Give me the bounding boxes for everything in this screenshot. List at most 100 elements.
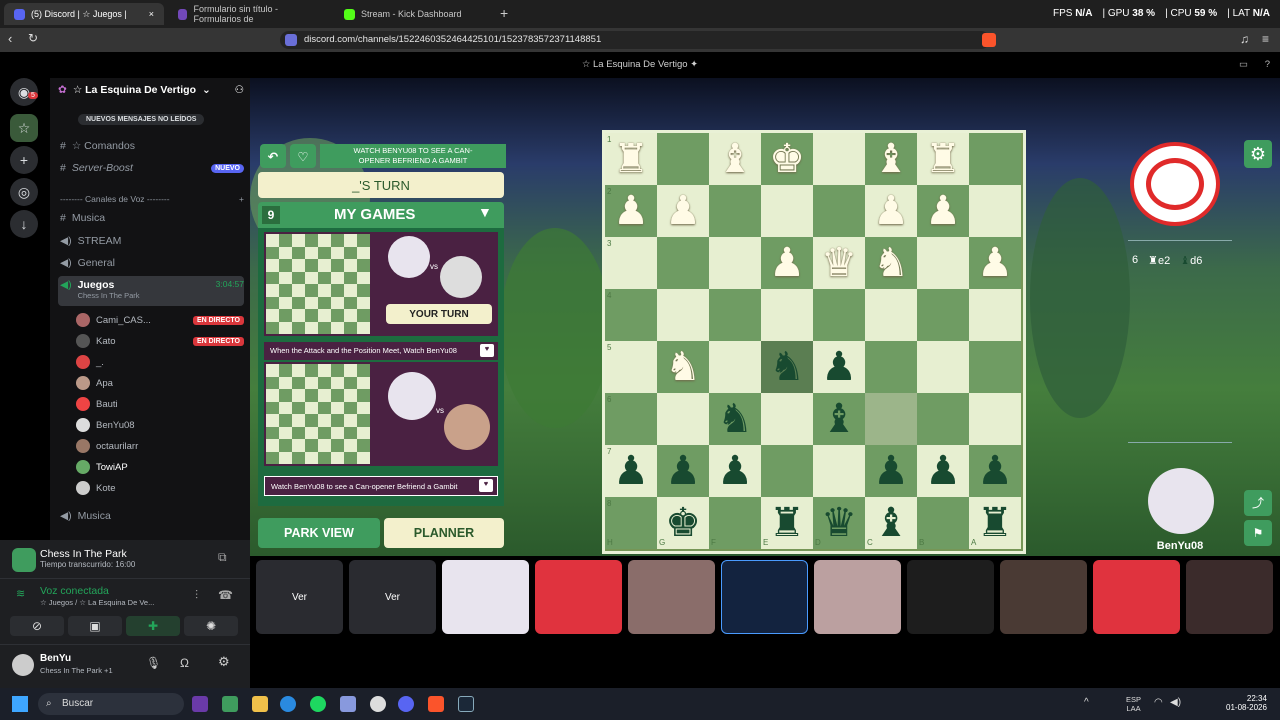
board-square[interactable] — [761, 445, 813, 497]
favorite-heart-icon[interactable]: ♡ — [290, 144, 316, 168]
language-indicator[interactable]: ESP LAA — [1126, 695, 1141, 713]
server-icon[interactable]: ☆ — [10, 114, 38, 142]
voice-user[interactable]: Bauti — [76, 394, 244, 414]
board-square[interactable] — [917, 393, 969, 445]
white-rook-icon[interactable]: ♜ — [605, 133, 657, 185]
black-king-icon[interactable]: ♚ — [657, 497, 709, 549]
volume-icon[interactable]: ◀) — [1170, 697, 1181, 708]
participant-tile[interactable] — [535, 560, 622, 634]
edge-icon[interactable] — [280, 696, 296, 712]
white-queen-icon[interactable]: ♛ — [813, 237, 865, 289]
board-square[interactable] — [709, 185, 761, 237]
board-square[interactable] — [657, 133, 709, 185]
white-knight-icon[interactable]: ♞ — [657, 341, 709, 393]
black-knight-icon[interactable]: ♞ — [709, 393, 761, 445]
board-square[interactable] — [813, 445, 865, 497]
voice-status-title[interactable]: Voz conectada — [40, 585, 109, 597]
participant-tile[interactable] — [442, 560, 529, 634]
game-card[interactable]: vs YOUR TURN — [264, 232, 498, 336]
participant-tile[interactable] — [1093, 560, 1180, 634]
your-turn-button[interactable]: YOUR TURN — [386, 304, 492, 324]
board-square[interactable] — [605, 289, 657, 341]
noise-suppression-icon[interactable]: ⫶ — [195, 588, 198, 603]
black-pawn-icon[interactable]: ♟ — [657, 445, 709, 497]
inbox-icon[interactable]: ▭ — [1239, 52, 1248, 78]
undo-button[interactable]: ↶ — [260, 144, 286, 168]
board-square[interactable] — [761, 289, 813, 341]
chevron-down-icon[interactable]: ▼ — [478, 204, 492, 220]
black-pawn-icon[interactable]: ♟ — [969, 445, 1021, 497]
close-icon[interactable]: × — [149, 9, 154, 19]
white-knight-icon[interactable]: ♞ — [865, 237, 917, 289]
voice-category[interactable]: -------- Canales de Voz -------- + — [60, 194, 244, 204]
voice-user[interactable]: BenYu08 — [76, 415, 244, 435]
board-square[interactable] — [761, 393, 813, 445]
board-square[interactable] — [917, 289, 969, 341]
board-square[interactable] — [969, 289, 1021, 341]
board-square[interactable] — [657, 237, 709, 289]
watch-banner[interactable]: WATCH BENYU08 TO SEE A CAN-OPENER BEFRIE… — [320, 144, 506, 168]
white-pawn-icon[interactable]: ♟ — [605, 185, 657, 237]
black-bishop-icon[interactable]: ♝ — [865, 497, 917, 549]
settings-gear-icon[interactable]: ⚙ — [218, 654, 230, 670]
new-tab-button[interactable]: + — [500, 5, 508, 21]
server-header[interactable]: ✿ ☆ La Esquina De Vertigo ⌄ ⚇ — [58, 84, 244, 96]
menu-icon[interactable]: ≡ — [1262, 32, 1269, 46]
voice-channel-musica[interactable]: # Musica — [58, 208, 244, 228]
voice-user[interactable]: Kato EN DIRECTO — [76, 331, 244, 351]
windows-start-icon[interactable] — [12, 696, 28, 712]
board-square[interactable] — [917, 341, 969, 393]
board-square[interactable] — [709, 289, 761, 341]
board-square[interactable] — [605, 341, 657, 393]
black-bishop-icon[interactable]: ♝ — [813, 393, 865, 445]
wifi-icon[interactable]: ◠ — [1154, 697, 1163, 708]
avatar[interactable] — [12, 654, 34, 676]
participant-tile[interactable] — [628, 560, 715, 634]
board-square[interactable] — [865, 289, 917, 341]
white-bishop-icon[interactable]: ♝ — [709, 133, 761, 185]
white-pawn-icon[interactable]: ♟ — [865, 185, 917, 237]
voice-channel-juegos[interactable]: ◀) Juegos Chess In The Park 3:04:57 — [58, 276, 244, 306]
reload-icon[interactable]: ↻ — [28, 31, 38, 45]
new-messages-banner[interactable]: NUEVOS MENSAJES NO LEÍDOS — [78, 114, 205, 125]
voice-channel-general[interactable]: ◀) General — [58, 253, 244, 273]
board-square[interactable] — [709, 497, 761, 549]
site-info-icon[interactable] — [285, 34, 297, 46]
channel-server-boost[interactable]: # Server-Boost NUEVO — [58, 158, 244, 178]
back-icon[interactable]: ‹ — [8, 31, 12, 46]
board-square[interactable] — [917, 237, 969, 289]
brave-shield-icon[interactable] — [982, 33, 996, 47]
white-pawn-icon[interactable]: ♟ — [657, 185, 709, 237]
board-square[interactable] — [657, 393, 709, 445]
brave-icon[interactable] — [428, 696, 444, 712]
black-pawn-icon[interactable]: ♟ — [605, 445, 657, 497]
board-square[interactable] — [969, 341, 1021, 393]
board-square[interactable] — [657, 289, 709, 341]
voice-user[interactable]: Kote — [76, 478, 244, 498]
board-square[interactable] — [969, 393, 1021, 445]
browser-tab-discord[interactable]: (5) Discord | ☆ Juegos | × — [4, 3, 164, 25]
chevron-up-icon[interactable]: ^ — [1084, 697, 1089, 708]
park-view-button[interactable]: PARK VIEW — [258, 518, 380, 548]
media-icon[interactable]: ♫ — [1240, 32, 1249, 46]
black-pawn-icon[interactable]: ♟ — [865, 445, 917, 497]
spotify-icon[interactable] — [310, 696, 326, 712]
soundboard-button[interactable]: ✺ — [184, 616, 238, 636]
black-pawn-icon[interactable]: ♟ — [813, 341, 865, 393]
participant-tile[interactable] — [907, 560, 994, 634]
app-icon[interactable] — [192, 696, 208, 712]
game-card-title[interactable]: When the Attack and the Position Meet, W… — [264, 342, 498, 360]
voice-user[interactable]: TowiAP — [76, 457, 244, 477]
voice-user[interactable]: _. — [76, 352, 244, 372]
activities-button[interactable]: ✚ — [126, 616, 180, 636]
participant-tile[interactable] — [814, 560, 901, 634]
help-icon[interactable]: ? — [1265, 52, 1270, 78]
folder-icon[interactable] — [252, 696, 268, 712]
planner-button[interactable]: PLANNER — [384, 518, 504, 548]
browser-tab-forms[interactable]: Formulario sin título - Formularios de — [168, 3, 330, 25]
board-square[interactable] — [865, 341, 917, 393]
voice-user[interactable]: Cami_CAS... EN DIRECTO — [76, 310, 244, 330]
participant-tile[interactable] — [721, 560, 808, 634]
disconnect-icon[interactable]: ☎ — [218, 588, 233, 602]
clock[interactable]: 22:34 01-08-2026 — [1226, 694, 1267, 712]
